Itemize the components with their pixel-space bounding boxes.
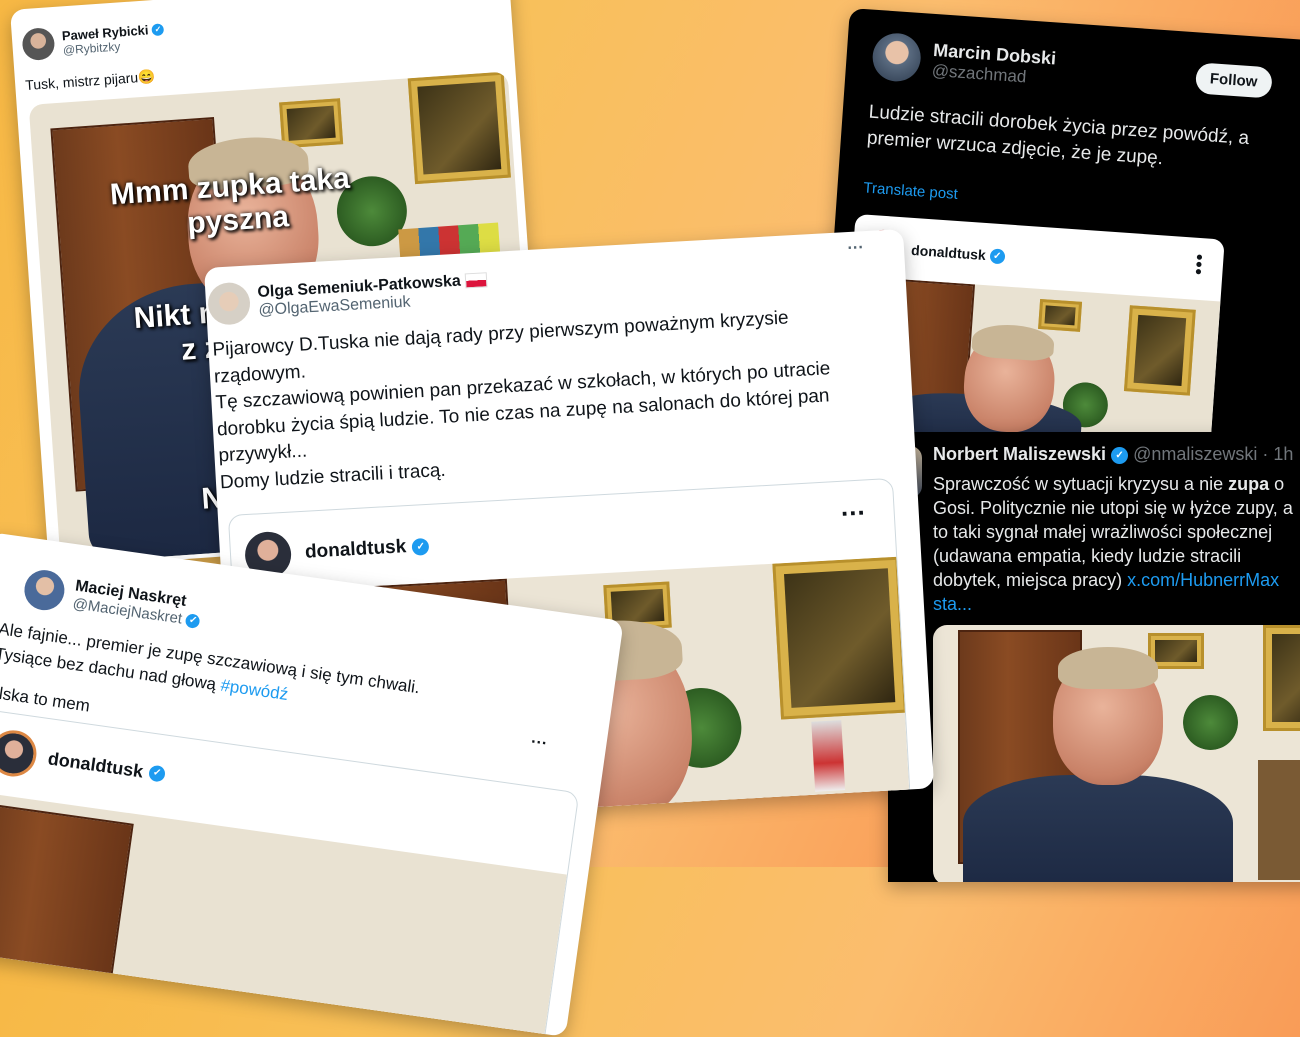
avatar-semeniuk[interactable] xyxy=(206,281,252,326)
author-name[interactable]: Norbert Maliszewski xyxy=(933,444,1106,464)
post-photo xyxy=(0,791,567,1037)
quoted-post[interactable]: donaldtusk ✓ xyxy=(0,708,580,1037)
tweet-text: Tusk, mistrz pijaru😄 xyxy=(24,68,157,94)
follow-button[interactable]: Follow xyxy=(1194,62,1273,99)
poland-flag-icon xyxy=(464,272,488,289)
text-bold: zupa xyxy=(1228,474,1270,494)
verified-badge-icon: ✓ xyxy=(1111,446,1129,464)
text-line: Gosi. Politycznie nie utopi się w łyżce … xyxy=(933,498,1293,518)
tweet-card-naskret: Maciej Naskręt @MaciejNaskret ✓ Ale fajn… xyxy=(0,532,624,1037)
quoted-author[interactable]: donaldtusk xyxy=(47,748,145,782)
text-line: dobytek, miejsca pracy) xyxy=(933,570,1128,590)
avatar-rybicki[interactable] xyxy=(21,27,56,62)
author-handle[interactable]: @nmaliszewski xyxy=(1133,444,1257,464)
verified-badge-icon: ✓ xyxy=(151,23,165,37)
post-photo xyxy=(933,625,1300,882)
more-options-icon[interactable]: ... xyxy=(530,729,549,749)
avatar-naskret[interactable] xyxy=(21,567,68,613)
translate-link[interactable]: Translate post xyxy=(863,179,958,203)
text-line: to taki sygnał małej wrażliwości społecz… xyxy=(933,522,1273,542)
tweet-text: Pijarowcy D.Tuska nie dają rady przy pie… xyxy=(212,299,910,496)
tweet-card-maliszewski: Norbert Maliszewski ✓ @nmaliszewski · 1h… xyxy=(888,432,1300,882)
verified-badge-icon: ✓ xyxy=(411,537,430,556)
tweet-text: Sprawczość w sytuacji kryzysu a nie zupa… xyxy=(933,472,1300,616)
verified-badge-icon: ✓ xyxy=(185,612,201,629)
text-part: Sprawczość w sytuacji kryzysu a nie xyxy=(933,474,1229,494)
embedded-link-cont[interactable]: sta... xyxy=(933,592,1300,616)
tweet-text: Ludzie stracili dorobek życia przez powó… xyxy=(866,101,1250,170)
quoted-author[interactable]: donaldtusk xyxy=(304,536,406,564)
avatar-dobski[interactable] xyxy=(871,31,923,83)
quoted-author[interactable]: donaldtusk xyxy=(911,242,987,263)
more-options-icon[interactable]: ... xyxy=(840,490,866,522)
avatar-donaldtusk[interactable] xyxy=(0,727,40,780)
more-options-icon[interactable]: ... xyxy=(847,235,864,254)
hashtag-link[interactable]: #powódź xyxy=(219,676,289,704)
post-time: · 1h xyxy=(1262,444,1294,464)
verified-badge-icon: ✓ xyxy=(147,764,167,783)
text-line: (udawana empatia, kiedy ludzie stracili xyxy=(933,546,1242,566)
verified-badge-icon: ✓ xyxy=(989,247,1006,264)
embedded-link[interactable]: x.com/HubnerrMax xyxy=(1127,570,1279,590)
more-options-icon[interactable]: ••• xyxy=(1187,253,1209,276)
text-part: o xyxy=(1269,474,1285,494)
